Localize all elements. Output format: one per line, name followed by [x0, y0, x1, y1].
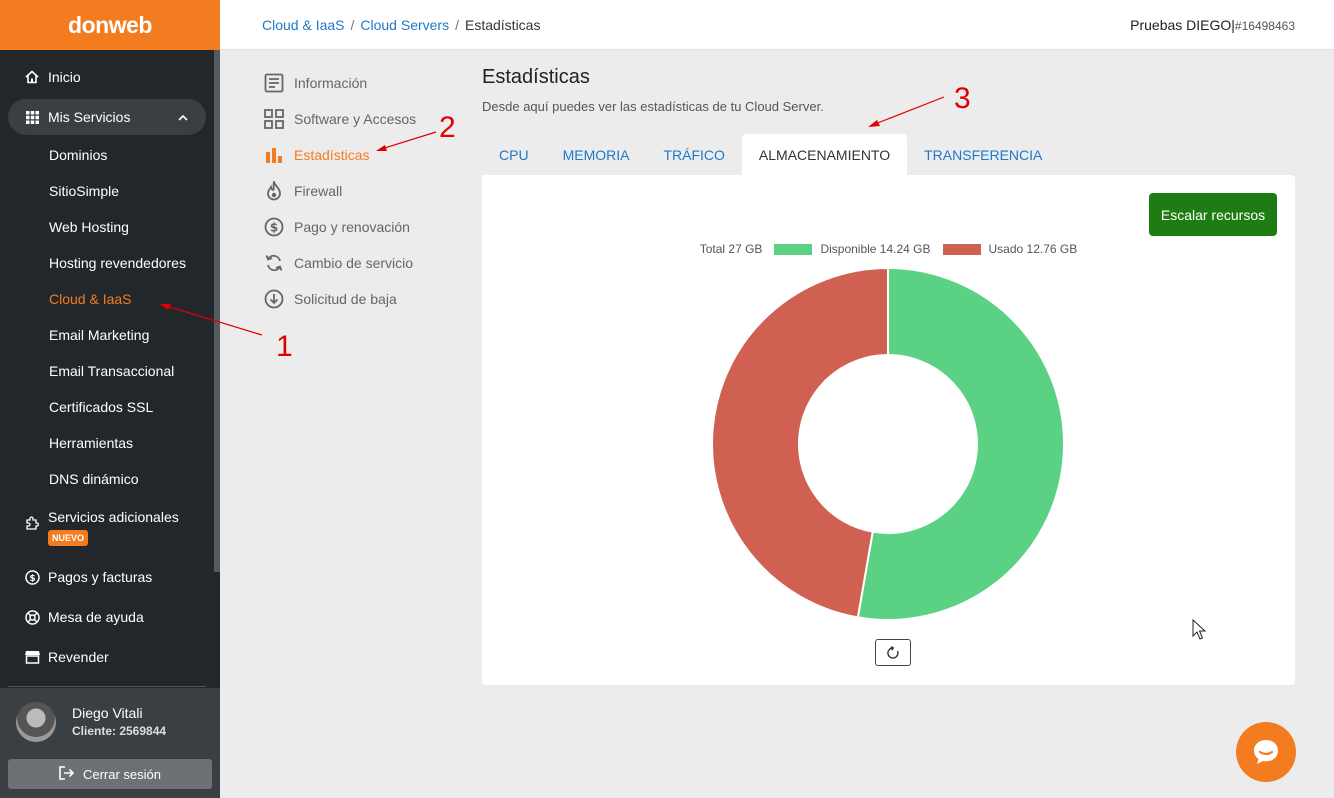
logout-label: Cerrar sesión	[82, 766, 162, 782]
submenu-label: Firewall	[294, 183, 343, 199]
breadcrumb-separator: /	[350, 17, 355, 33]
sidebar: donweb Inicio Mis Servicios Dominios Sit…	[0, 0, 220, 798]
donut-slice-usado[interactable]	[711, 266, 889, 619]
sidebar-subitem-hosting-revendedores[interactable]: Hosting revendedores	[49, 253, 186, 273]
annotation-number: 3	[954, 82, 971, 115]
reload-button[interactable]	[875, 639, 911, 666]
chat-button[interactable]	[1236, 722, 1296, 782]
storage-chart-card: Escalar recursos Total 27 GB Disponible …	[482, 175, 1295, 685]
breadcrumb-cloud-servers[interactable]: Cloud Servers	[360, 17, 449, 33]
submenu-label: Información	[294, 75, 368, 91]
brand-logo[interactable]: donweb	[0, 0, 220, 50]
logout-button[interactable]: Cerrar sesión	[8, 759, 212, 789]
account-selector[interactable]: Pruebas DIEGO|#16498463	[1130, 17, 1295, 33]
dollar-circle-icon: $	[263, 216, 285, 238]
bar-chart-icon	[263, 144, 285, 166]
sidebar-item-pagos[interactable]: $ Pagos y facturas	[8, 559, 206, 595]
breadcrumb-current: Estadísticas	[464, 17, 541, 33]
sidebar-scrollbar[interactable]	[214, 50, 220, 572]
sidebar-subitem-certificados-ssl[interactable]: Certificados SSL	[49, 397, 153, 417]
fire-icon	[263, 180, 285, 202]
page-subtitle: Desde aquí puedes ver las estadísticas d…	[482, 99, 824, 114]
submenu-solicitud-baja[interactable]: Solicitud de baja	[263, 288, 397, 310]
sync-icon	[263, 252, 285, 274]
sidebar-subitem-herramientas[interactable]: Herramientas	[49, 433, 133, 453]
grid-icon	[24, 109, 40, 125]
sidebar-subitem-dns-dinamico[interactable]: DNS dinámico	[49, 469, 138, 489]
svg-text:$: $	[29, 574, 35, 584]
arrow-down-circle-icon	[263, 288, 285, 310]
top-bar: Cloud & IaaS / Cloud Servers / Estadísticas …	[220, 0, 1334, 50]
annotation-number: 1	[276, 330, 293, 363]
avatar[interactable]	[16, 702, 56, 742]
submenu-label: Estadísticas	[294, 147, 370, 163]
page-title: Estadísticas	[482, 66, 590, 88]
account-id: #16498463	[1234, 19, 1295, 33]
tab-transferencia[interactable]: TRANSFERENCIA	[907, 134, 1059, 175]
sidebar-item-label: Pagos y facturas	[48, 569, 153, 585]
breadcrumb-cloud-iaas[interactable]: Cloud & IaaS	[262, 17, 345, 33]
sidebar-item-label: Inicio	[48, 69, 81, 85]
submenu-label: Pago y renovación	[294, 219, 410, 235]
submenu-estadisticas[interactable]: Estadísticas	[263, 144, 369, 166]
sidebar-item-label: Mesa de ayuda	[48, 609, 144, 625]
new-badge: NUEVO	[48, 530, 89, 546]
sidebar-item-label: Servicios adicionales	[48, 509, 179, 525]
user-name: Diego Vitali	[72, 705, 143, 721]
stats-tabs: CPU MEMORIA TRÁFICO ALMACENAMIENTO TRANS…	[482, 134, 1059, 175]
sidebar-item-label: Revender	[48, 649, 109, 665]
chevron-up-icon[interactable]	[178, 110, 188, 126]
sidebar-item-servicios-adicionales[interactable]: Servicios adicionales	[8, 501, 206, 537]
sidebar-divider	[8, 686, 206, 687]
sidebar-subitem-sitiosimple[interactable]: SitioSimple	[49, 181, 119, 201]
store-icon	[24, 649, 40, 665]
sidebar-item-mesa-de-ayuda[interactable]: Mesa de ayuda	[8, 599, 206, 635]
lifebuoy-icon	[24, 609, 40, 625]
submenu-pago-renovacion[interactable]: $ Pago y renovación	[263, 216, 410, 238]
apps-grid-icon	[263, 108, 285, 130]
sidebar-subitem-email-transaccional[interactable]: Email Transaccional	[49, 361, 174, 381]
mouse-cursor-icon	[1192, 619, 1206, 640]
tab-memoria[interactable]: MEMORIA	[546, 134, 647, 175]
breadcrumb-separator: /	[455, 17, 459, 33]
sidebar-subitem-cloud-iaas[interactable]: Cloud & IaaS	[49, 289, 132, 309]
sidebar-subitem-web-hosting[interactable]: Web Hosting	[49, 217, 129, 237]
submenu-label: Software y Accesos	[294, 111, 417, 127]
submenu-informacion[interactable]: Información	[263, 72, 367, 94]
submenu-software-accesos[interactable]: Software y Accesos	[263, 108, 416, 130]
logout-icon	[59, 765, 75, 783]
home-icon	[24, 69, 40, 85]
reload-icon	[887, 645, 899, 659]
tab-cpu[interactable]: CPU	[482, 134, 546, 175]
submenu-cambio-servicio[interactable]: Cambio de servicio	[263, 252, 413, 274]
storage-donut-chart	[711, 266, 1065, 621]
sidebar-item-label: Mis Servicios	[48, 109, 131, 125]
sidebar-subitem-dominios[interactable]: Dominios	[49, 145, 107, 165]
submenu-firewall[interactable]: Firewall	[263, 180, 342, 202]
puzzle-icon	[24, 515, 40, 531]
sidebar-item-revender[interactable]: Revender	[8, 639, 206, 675]
svg-text:$: $	[270, 221, 278, 235]
account-name: Pruebas DIEGO	[1130, 17, 1232, 33]
user-profile: Diego Vitali Cliente: 2569844 Cerrar ses…	[0, 688, 220, 798]
document-icon	[263, 72, 285, 94]
client-number: Cliente: 2569844	[72, 724, 167, 738]
chat-bubble-icon	[1254, 740, 1278, 764]
sidebar-item-inicio[interactable]: Inicio	[8, 59, 206, 95]
dollar-circle-icon: $	[24, 569, 40, 585]
tab-almacenamiento[interactable]: ALMACENAMIENTO	[741, 134, 908, 175]
breadcrumb: Cloud & IaaS / Cloud Servers / Estadísticas	[262, 17, 540, 33]
submenu-label: Cambio de servicio	[294, 255, 414, 271]
annotation-number: 2	[439, 111, 456, 144]
tab-trafico[interactable]: TRÁFICO	[646, 134, 741, 175]
sidebar-subitem-email-marketing[interactable]: Email Marketing	[49, 325, 149, 345]
sidebar-group-mis-servicios[interactable]: Mis Servicios	[8, 99, 206, 135]
submenu-label: Solicitud de baja	[294, 291, 397, 307]
